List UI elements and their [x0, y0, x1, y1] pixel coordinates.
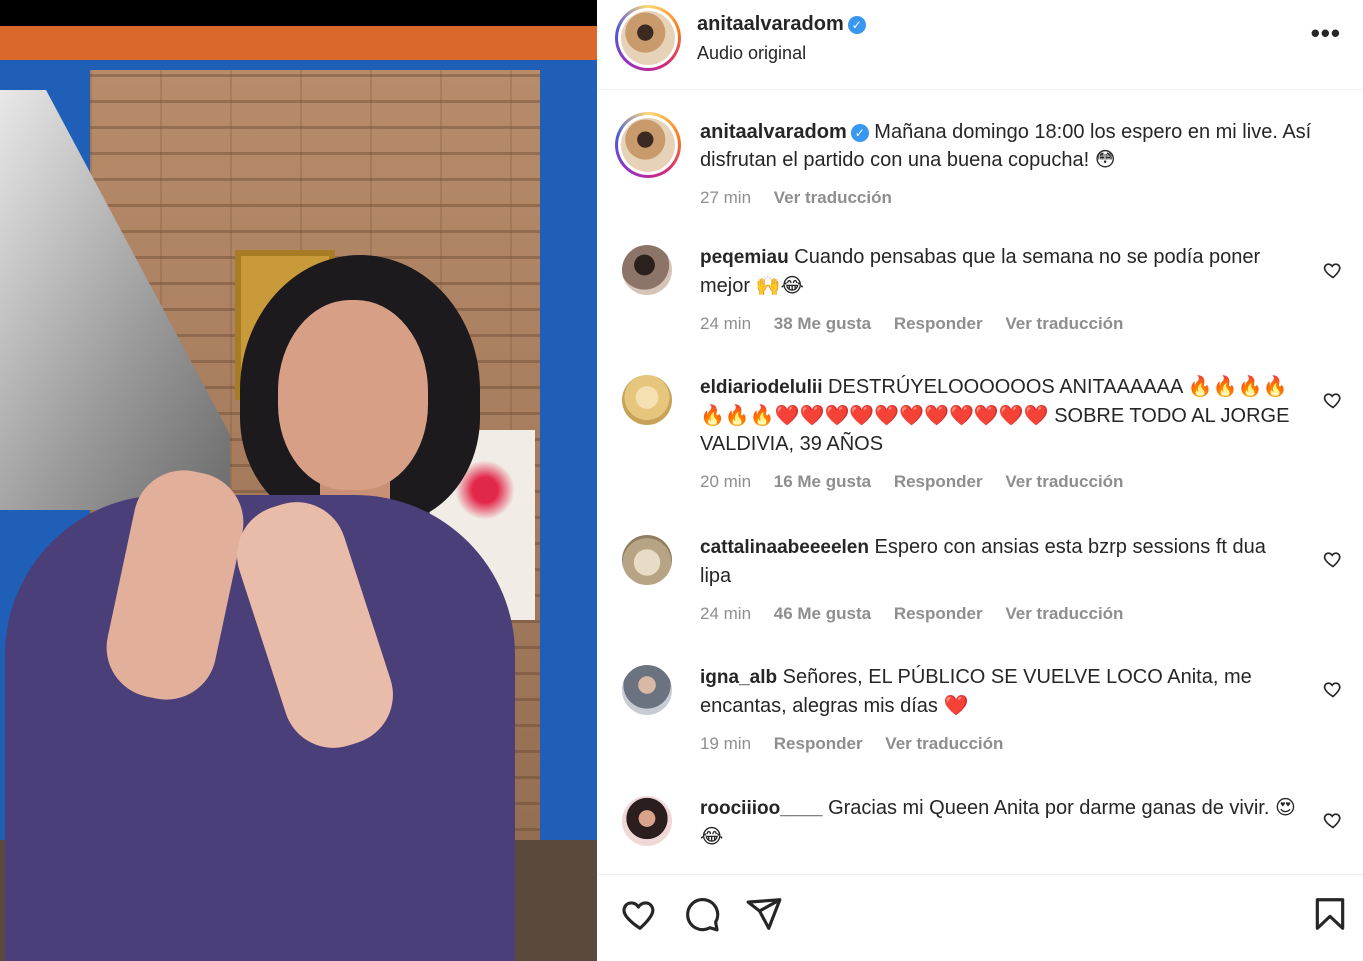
person-face [278, 300, 428, 490]
post-panel: anitaalvaradom ✓ Audio original ••• anita… [597, 0, 1363, 961]
commenter-avatar[interactable] [622, 535, 672, 585]
comment-like-heart-icon[interactable] [1323, 549, 1343, 569]
caption-username[interactable]: anitaalvaradom [700, 121, 847, 143]
comment-body: eldiariodelulii DESTRÚYELOOOOOOS ANITAAA… [700, 373, 1300, 496]
comment-like-heart-icon[interactable] [1323, 390, 1343, 410]
comment-like-heart-icon[interactable] [1323, 260, 1343, 280]
comment-body: roociiioo____ Gracias mi Queen Anita por… [700, 794, 1300, 851]
commenter-avatar[interactable] [622, 245, 672, 295]
reel-video[interactable] [0, 0, 597, 961]
reply-button[interactable]: Responder [774, 734, 863, 753]
action-bar [597, 874, 1363, 961]
commenter-avatar[interactable] [622, 796, 672, 846]
comment-body: cattalinaabeeeelen Espero con ansias est… [700, 533, 1300, 628]
verified-badge-icon: ✓ [847, 16, 866, 34]
audio-label[interactable]: Audio original [697, 43, 806, 64]
translate-link[interactable]: Ver traducción [1005, 604, 1123, 623]
comment-text: Señores, EL PÚBLICO SE VUELVE LOCO Anita… [700, 666, 1252, 717]
save-button[interactable] [1311, 895, 1351, 935]
more-options-button[interactable]: ••• [1311, 18, 1341, 49]
comment-icon [686, 897, 720, 932]
share-button[interactable] [745, 895, 785, 935]
comment-like-heart-icon[interactable] [1323, 810, 1343, 830]
comment-like-heart-icon[interactable] [1323, 679, 1343, 699]
caption-avatar[interactable] [615, 112, 681, 178]
author-username[interactable]: anitaalvaradom ✓ [697, 13, 866, 36]
heart-icon [622, 901, 655, 930]
caption-time: 27 min [700, 188, 752, 207]
comment-time: 24 min [700, 314, 752, 333]
reply-button[interactable]: Responder [894, 604, 983, 623]
reply-button[interactable]: Responder [894, 314, 983, 333]
comment-button[interactable] [683, 895, 723, 935]
bookmark-icon [1315, 898, 1345, 930]
comment-username[interactable]: roociiioo____ [700, 798, 823, 819]
author-avatar[interactable] [615, 5, 681, 71]
comment-username[interactable]: igna_alb [700, 667, 777, 688]
comment-username[interactable]: cattalinaabeeeelen [700, 537, 869, 558]
verified-badge-icon: ✓ [850, 124, 869, 142]
translate-link[interactable]: Ver traducción [774, 188, 892, 207]
comment-meta: 20 min 16 Me gusta Responder Ver traducc… [700, 468, 1300, 496]
comment-likes[interactable]: 16 Me gusta [774, 472, 871, 491]
translate-link[interactable]: Ver traducción [885, 734, 1003, 753]
video-frame [0, 0, 597, 961]
comment-likes[interactable]: 38 Me gusta [774, 314, 871, 333]
comment-meta: 19 min Responder Ver traducción [700, 730, 1300, 758]
comment-meta: 24 min 38 Me gusta Responder Ver traducc… [700, 310, 1300, 338]
comment-likes[interactable]: 46 Me gusta [774, 604, 871, 623]
caption-meta: 27 min Ver traducción [700, 184, 1320, 212]
reply-button[interactable]: Responder [894, 472, 983, 491]
post-header: anitaalvaradom ✓ Audio original ••• [597, 0, 1363, 90]
comment-username[interactable]: peqemiau [700, 247, 789, 268]
comment-body: igna_alb Señores, EL PÚBLICO SE VUELVE L… [700, 663, 1300, 758]
comment-username[interactable]: eldiariodelulii [700, 377, 822, 398]
commenter-avatar[interactable] [622, 665, 672, 715]
comment-time: 19 min [700, 734, 752, 753]
commenter-avatar[interactable] [622, 375, 672, 425]
comment-body: peqemiau Cuando pensabas que la semana n… [700, 243, 1300, 338]
comment-time: 24 min [700, 604, 752, 623]
like-button[interactable] [621, 895, 661, 935]
translate-link[interactable]: Ver traducción [1005, 314, 1123, 333]
translate-link[interactable]: Ver traducción [1005, 472, 1123, 491]
comment-meta: 24 min 46 Me gusta Responder Ver traducc… [700, 600, 1300, 628]
send-icon [746, 898, 782, 930]
caption-body: anitaalvaradom ✓ Mañana domingo 18:00 los… [700, 118, 1320, 212]
comment-time: 20 min [700, 472, 752, 491]
author-username-text[interactable]: anitaalvaradom [697, 13, 844, 35]
